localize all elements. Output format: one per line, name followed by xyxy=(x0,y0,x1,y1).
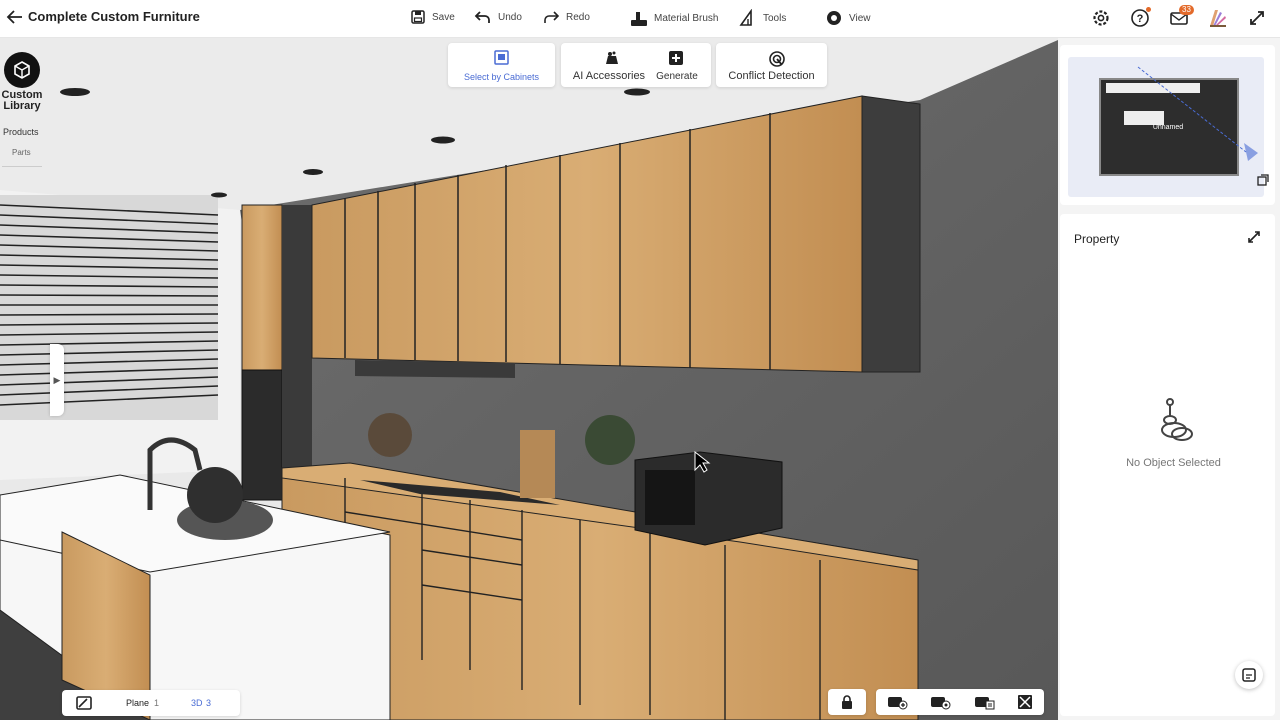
tools-label: Tools xyxy=(763,12,787,24)
save-label: Save xyxy=(432,11,455,23)
back-arrow-icon[interactable] xyxy=(6,8,26,28)
conflict-detection-icon xyxy=(769,51,785,67)
top-bar: Complete Custom Furniture Save Undo Redo… xyxy=(0,0,1280,38)
material-brush-button[interactable]: Material Brush xyxy=(630,9,718,27)
header-right-icons: ? 33 xyxy=(1090,5,1268,29)
plane-label: Plane xyxy=(126,698,150,708)
ai-accessories-label: AI Accessories xyxy=(572,70,646,82)
mail-count-badge: 33 xyxy=(1179,5,1194,15)
ai-accessories-button[interactable]: AI Accessories xyxy=(561,43,657,87)
right-panel: Unnamed Property No Object Selected xyxy=(1058,38,1280,720)
save-button[interactable]: Save xyxy=(410,9,455,25)
redo-icon xyxy=(544,11,560,23)
generate-label: Generate xyxy=(656,71,698,82)
feedback-edit-icon xyxy=(1242,668,1256,682)
generate-icon xyxy=(669,51,683,65)
svg-text:?: ? xyxy=(1137,13,1144,25)
kitchen-scene[interactable] xyxy=(0,38,1058,720)
add-camera-icon[interactable] xyxy=(887,694,909,710)
color-palette-icon[interactable] xyxy=(1207,7,1229,29)
tools-button[interactable]: Tools xyxy=(739,9,786,27)
library-divider xyxy=(2,166,42,167)
settings-gear-icon[interactable] xyxy=(1090,7,1112,29)
app-title: Complete Custom Furniture xyxy=(28,9,200,24)
view-mode-value[interactable]: 3 xyxy=(206,698,211,708)
eye-icon xyxy=(827,11,841,25)
3d-viewport[interactable] xyxy=(0,38,1058,720)
save-icon xyxy=(411,10,425,24)
conflict-detection-label: Conflict Detection xyxy=(728,70,815,82)
help-notification-dot xyxy=(1146,7,1151,12)
select-by-cabinets-label: Select by Cabinets xyxy=(463,72,540,82)
ai-accessories-icon xyxy=(606,51,618,64)
select-by-cabinets-button[interactable]: Select by Cabinets xyxy=(448,43,555,87)
library-tab-products[interactable]: Products xyxy=(3,127,39,137)
generate-button[interactable]: Generate xyxy=(653,43,701,87)
material-brush-label: Material Brush xyxy=(654,12,719,24)
custom-library-logo-icon[interactable] xyxy=(4,52,40,88)
camera-tools-bar xyxy=(876,689,1044,715)
paint-brush-icon xyxy=(631,12,647,26)
camera-list-icon[interactable] xyxy=(974,694,996,710)
plane-value[interactable]: 1 xyxy=(154,698,159,708)
lock-icon xyxy=(842,695,852,709)
undo-label: Undo xyxy=(498,11,522,23)
undo-icon xyxy=(474,11,490,23)
view-mode-label[interactable]: 3D xyxy=(191,698,203,708)
select-cabinet-icon xyxy=(494,50,509,65)
expand-icon[interactable] xyxy=(1247,230,1261,247)
conflict-detection-button[interactable]: Conflict Detection xyxy=(716,43,827,87)
camera-settings-icon[interactable] xyxy=(930,694,952,710)
expand-panel-chevron-icon[interactable]: ▶ xyxy=(50,344,64,416)
view-button[interactable]: View xyxy=(825,9,871,27)
undo-button[interactable]: Undo xyxy=(474,9,522,25)
minimap[interactable]: Unnamed xyxy=(1068,57,1264,197)
empty-state: No Object Selected xyxy=(1060,394,1280,469)
view-controls-bar: Plane 1 3D 3 xyxy=(62,690,240,716)
redo-button[interactable]: Redo xyxy=(542,9,590,25)
empty-state-text: No Object Selected xyxy=(1126,457,1221,469)
custom-library-title: Custom Library xyxy=(0,90,44,112)
view-label: View xyxy=(849,12,871,24)
feedback-button[interactable] xyxy=(1235,661,1263,689)
property-title: Property xyxy=(1074,232,1120,246)
minimap-room-label: Unnamed xyxy=(1153,124,1183,131)
minimap-popout-icon[interactable] xyxy=(1257,173,1269,191)
mail-icon[interactable]: 33 xyxy=(1168,5,1194,29)
fullscreen-icon[interactable] xyxy=(1246,7,1268,29)
property-panel: Property No Object Selected xyxy=(1060,214,1275,716)
help-icon[interactable]: ? xyxy=(1129,7,1151,29)
minimap-card: Unnamed xyxy=(1060,45,1275,205)
ai-tools-card: AI Accessories Generate xyxy=(561,43,711,87)
library-title-line2: Library xyxy=(3,100,41,112)
ruler-triangle-icon xyxy=(739,9,752,26)
section-view-icon[interactable] xyxy=(1017,694,1033,710)
no-selection-rings-icon xyxy=(1160,398,1193,441)
floorplan-edit-icon[interactable] xyxy=(76,696,92,710)
redo-label: Redo xyxy=(566,11,590,23)
lock-button[interactable] xyxy=(828,689,866,715)
library-tab-parts[interactable]: Parts xyxy=(12,148,31,157)
